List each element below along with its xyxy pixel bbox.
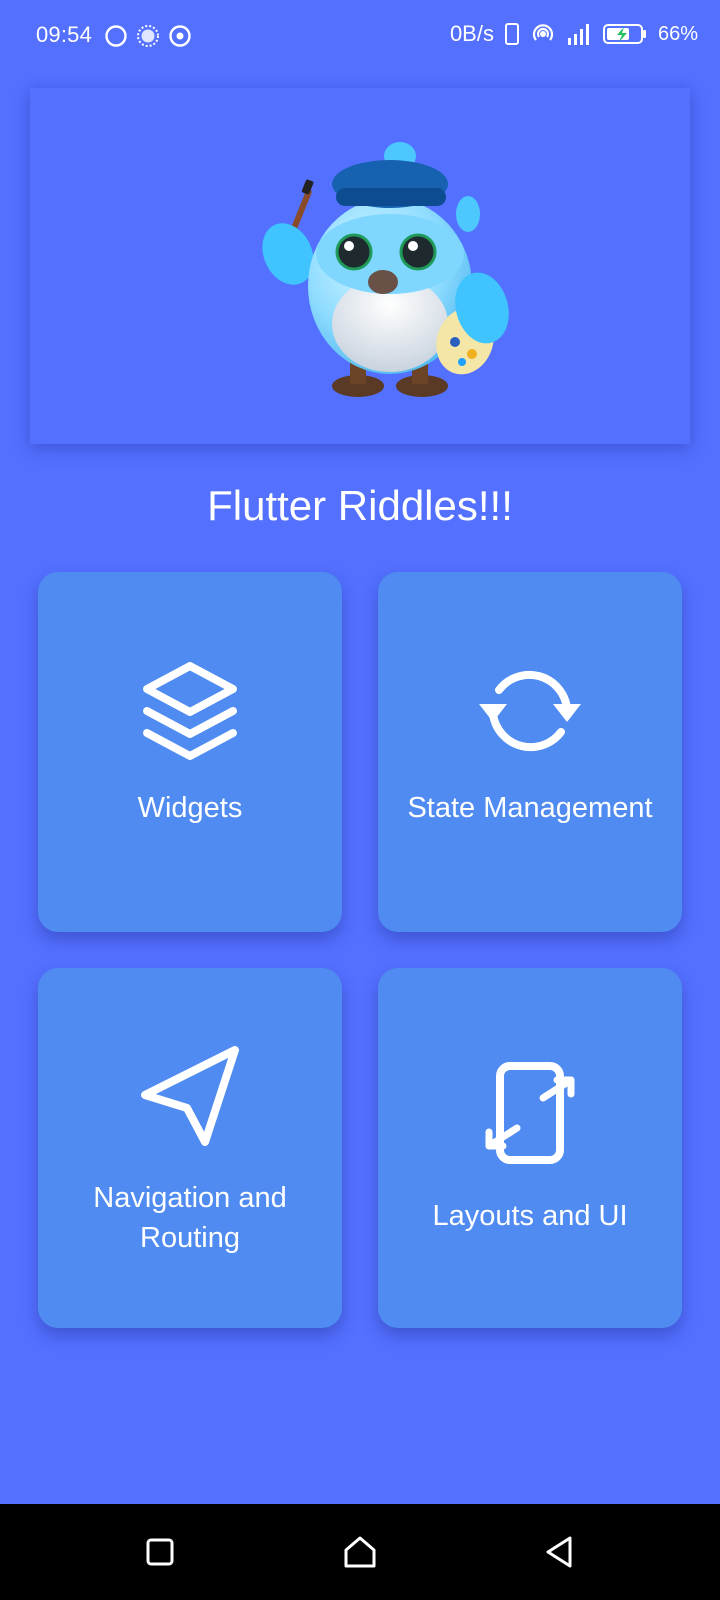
system-navigation-bar — [0, 1504, 720, 1600]
circle-icon — [105, 25, 127, 47]
battery-charging-icon — [602, 24, 646, 44]
loading-icon — [137, 25, 159, 47]
hotspot-icon — [532, 24, 554, 41]
status-notification-icons — [104, 24, 192, 48]
home-button[interactable] — [336, 1528, 384, 1576]
category-label: Layouts and UI — [432, 1200, 628, 1232]
status-time: 09:54 — [36, 22, 93, 47]
hero-card — [30, 88, 690, 444]
status-bar: 09:54 0B/s 66% — [0, 0, 720, 72]
send-icon — [141, 1046, 239, 1146]
category-label: Widgets — [137, 792, 243, 824]
signal-icon — [567, 24, 589, 45]
category-label: Navigation and Routing — [93, 1182, 287, 1254]
screen-rotation-icon — [485, 1062, 575, 1164]
category-card-navigation-routing[interactable]: Navigation and Routing — [38, 968, 342, 1328]
category-label: State Management — [407, 792, 653, 824]
phone-icon — [504, 23, 519, 45]
back-button[interactable] — [536, 1528, 584, 1576]
dash-mascot-image — [262, 142, 509, 397]
recents-button[interactable] — [136, 1528, 184, 1576]
page-title: Flutter Riddles!!! — [207, 482, 513, 529]
status-system-icons: 0B/s 66% — [450, 21, 698, 47]
network-speed: 0B/s — [449, 21, 494, 46]
layers-icon — [143, 662, 237, 760]
category-card-layouts-ui[interactable]: Layouts and UI — [378, 968, 682, 1328]
category-card-widgets[interactable]: Widgets — [38, 572, 342, 932]
target-icon — [169, 25, 191, 47]
category-card-state-management[interactable]: State Management — [378, 572, 682, 932]
refresh-icon — [479, 670, 581, 752]
battery-percent: 66% — [657, 22, 698, 45]
